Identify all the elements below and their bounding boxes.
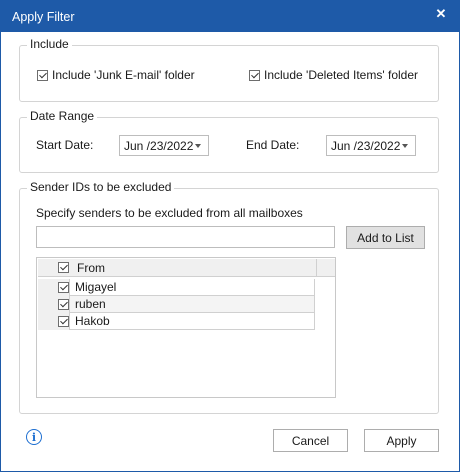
junk-email-check-icon xyxy=(37,69,48,81)
sender-grid-header: From xyxy=(38,259,335,277)
table-row[interactable]: Migayel xyxy=(38,279,315,296)
start-date-dropdown-icon xyxy=(195,144,201,148)
sender-input[interactable] xyxy=(36,226,335,248)
row-checkbox[interactable] xyxy=(58,299,69,310)
end-date-value: Jun /23/2022 xyxy=(331,138,401,153)
apply-button[interactable]: Apply xyxy=(364,429,439,452)
table-row[interactable]: Hakob xyxy=(38,313,315,330)
info-icon[interactable]: i xyxy=(26,429,42,445)
start-date-label: Start Date: xyxy=(36,138,94,152)
sender-name: Migayel xyxy=(70,279,315,296)
include-group: Include Include 'Junk E-mail' folder Inc… xyxy=(19,37,439,102)
dialog-title: Apply Filter xyxy=(12,10,75,24)
start-date-value: Jun /23/2022 xyxy=(124,138,194,153)
title-bar: Apply Filter ✕ xyxy=(1,1,459,32)
close-icon[interactable]: ✕ xyxy=(423,1,459,27)
header-divider xyxy=(316,259,317,276)
add-to-list-button[interactable]: Add to List xyxy=(346,226,425,249)
row-selector xyxy=(38,296,70,313)
select-all-checkbox[interactable] xyxy=(58,262,69,273)
row-selector xyxy=(38,279,70,296)
end-date-label: End Date: xyxy=(246,138,300,152)
sender-exclusion-legend: Sender IDs to be excluded xyxy=(27,180,175,194)
sender-instruction: Specify senders to be excluded from all … xyxy=(36,206,303,220)
cancel-button[interactable]: Cancel xyxy=(273,429,348,452)
date-range-group: Date Range Start Date: Jun /23/2022 End … xyxy=(19,109,439,173)
include-legend: Include xyxy=(27,37,72,51)
from-column-header: From xyxy=(77,261,105,275)
deleted-items-checkbox[interactable]: Include 'Deleted Items' folder xyxy=(249,68,418,82)
sender-name: Hakob xyxy=(70,313,315,330)
end-date-picker[interactable]: Jun /23/2022 xyxy=(326,135,416,156)
deleted-items-check-icon xyxy=(249,69,260,81)
row-checkbox[interactable] xyxy=(58,316,69,327)
sender-name: ruben xyxy=(70,296,315,313)
deleted-items-label: Include 'Deleted Items' folder xyxy=(264,68,418,82)
junk-email-label: Include 'Junk E-mail' folder xyxy=(52,68,195,82)
apply-filter-dialog: Apply Filter ✕ Include Include 'Junk E-m… xyxy=(0,0,460,472)
row-checkbox[interactable] xyxy=(58,282,69,293)
sender-exclusion-group: Sender IDs to be excluded Specify sender… xyxy=(19,180,439,414)
end-date-dropdown-icon xyxy=(402,144,408,148)
table-row[interactable]: ruben xyxy=(38,296,315,313)
start-date-picker[interactable]: Jun /23/2022 xyxy=(119,135,209,156)
row-selector xyxy=(38,313,70,330)
sender-list[interactable]: From Migayel ruben Hakob xyxy=(36,257,336,398)
junk-email-checkbox[interactable]: Include 'Junk E-mail' folder xyxy=(37,68,195,82)
date-range-legend: Date Range xyxy=(27,109,98,123)
